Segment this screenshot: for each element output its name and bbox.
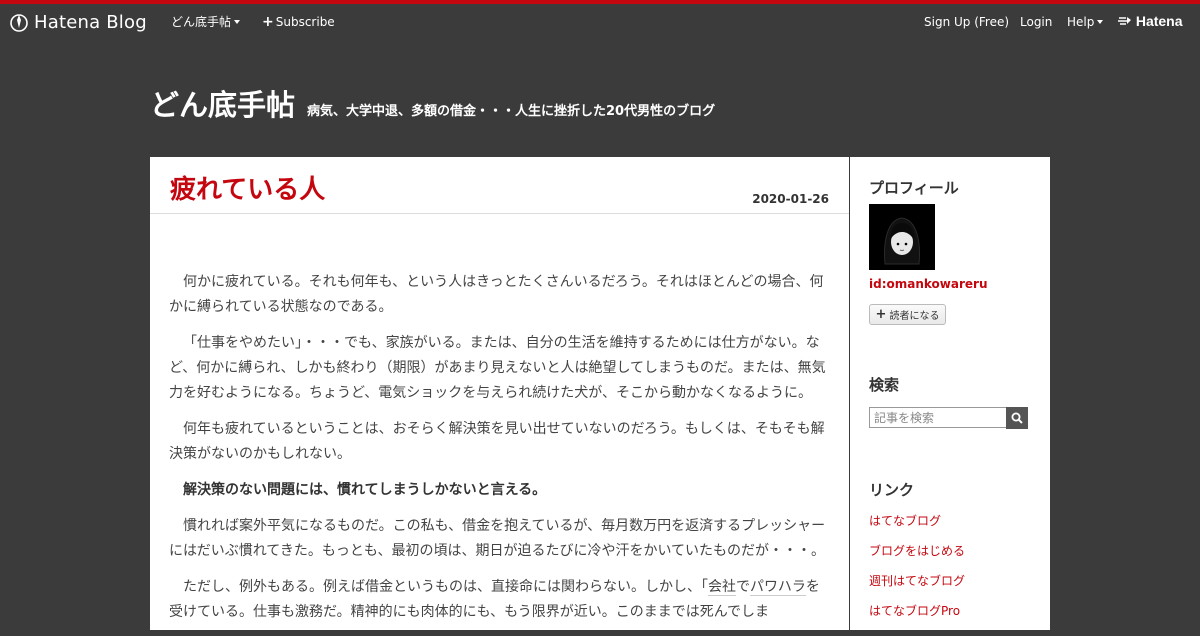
login-link[interactable]: Login — [1020, 14, 1052, 30]
entry-paragraph: 「仕事をやめたい」・・・でも、家族がいる。または、自分の生活を維持するためには仕… — [169, 335, 826, 401]
profile-heading: プロフィール — [869, 179, 959, 197]
sidebar: プロフィール id:omankowareru +読者になる 検索 リンク はてな… — [850, 157, 1050, 630]
entry-date[interactable]: 2020-01-26 — [752, 192, 829, 206]
entry-paragraph: 何かに疲れている。それも何年も、という人はきっとたくさんいるだろう。それはほとん… — [169, 274, 824, 315]
link-item[interactable]: はてなブログ — [869, 512, 965, 542]
search-icon — [1011, 412, 1023, 424]
entry-paragraph-strong: 解決策のない問題には、慣れてしまうしかないと言える。 — [183, 482, 547, 498]
entry-header: 疲れている人 2020-01-26 — [150, 157, 849, 214]
entry-paragraph: 何年も疲れているということは、おそらく解決策を見い出せていないのだろう。もしくは… — [169, 421, 825, 462]
hatena-blog-logo-icon — [10, 14, 28, 32]
links-list: はてなブログ ブログをはじめる 週刊はてなブログ はてなブログPro — [869, 512, 965, 632]
blog-menu-label: どん底手帖 — [171, 15, 232, 29]
blog-menu-dropdown[interactable]: どん底手帖 — [171, 14, 241, 30]
blog-description: 病気、大学中退、多額の借金・・・人生に挫折した20代男性のブログ — [307, 104, 716, 119]
caret-down-icon — [234, 20, 241, 24]
entry-paragraph: 慣れれば案外平気になるものだ。この私も、借金を抱えているが、毎月数万円を返済する… — [169, 518, 826, 559]
help-label: Help — [1067, 15, 1095, 29]
global-header: Hatena Blog どん底手帖 + Subscribe Sign Up (Fr… — [0, 4, 1200, 40]
hatena-logo[interactable]: Hatena — [1118, 13, 1183, 30]
hatena-label: Hatena — [1135, 13, 1183, 29]
link-item[interactable]: 週刊はてなブログ — [869, 572, 965, 602]
reader-button-label: 読者になる — [889, 311, 940, 322]
signup-link[interactable]: Sign Up (Free) — [924, 14, 1009, 30]
entry-title[interactable]: 疲れている人 — [170, 175, 325, 206]
subscribe-button[interactable]: + Subscribe — [262, 14, 335, 30]
blog-header: どん底手帖 病気、大学中退、多額の借金・・・人生に挫折した20代男性のブログ — [150, 82, 715, 122]
plus-icon: + — [262, 14, 274, 30]
text-segment: で — [736, 579, 750, 595]
link-item[interactable]: ブログをはじめる — [869, 542, 965, 572]
keyword-link-power-harassment[interactable]: パワハラ — [750, 579, 806, 596]
search-button[interactable] — [1006, 407, 1028, 429]
user-id-link[interactable]: id:omankowareru — [869, 277, 988, 291]
hatena-bird-icon — [1118, 17, 1131, 25]
hatena-blog-logo[interactable]: Hatena Blog — [10, 10, 147, 34]
blog-title[interactable]: どん底手帖 — [150, 82, 295, 124]
search-input[interactable] — [869, 407, 1009, 428]
links-heading: リンク — [869, 481, 915, 499]
link-item[interactable]: はてなブログPro — [869, 602, 965, 632]
keyword-link-company[interactable]: 会社 — [708, 579, 736, 596]
entry-paragraph: ただし、例外もある。例えば借金というものは、直接命には関わらない。しかし、「会社… — [169, 575, 829, 625]
help-dropdown[interactable]: Help — [1067, 14, 1104, 30]
become-reader-button[interactable]: + 読者になる — [869, 304, 946, 325]
avatar[interactable] — [869, 204, 935, 270]
subscribe-label: Subscribe — [275, 15, 335, 29]
brand-text: Hatena Blog — [34, 11, 147, 33]
caret-down-icon — [1097, 20, 1104, 24]
search-heading: 検索 — [869, 376, 900, 394]
entry-content: 何かに疲れている。それも何年も、という人はきっとたくさんいるだろう。それはほとん… — [169, 270, 829, 636]
plus-icon: + — [875, 307, 887, 322]
avatar-image-icon — [869, 204, 935, 270]
entry-article: 疲れている人 2020-01-26 何かに疲れている。それも何年も、という人はき… — [150, 157, 849, 630]
text-segment: ただし、例外もある。例えば借金というものは、直接命には関わらない。しかし、「 — [183, 579, 708, 595]
